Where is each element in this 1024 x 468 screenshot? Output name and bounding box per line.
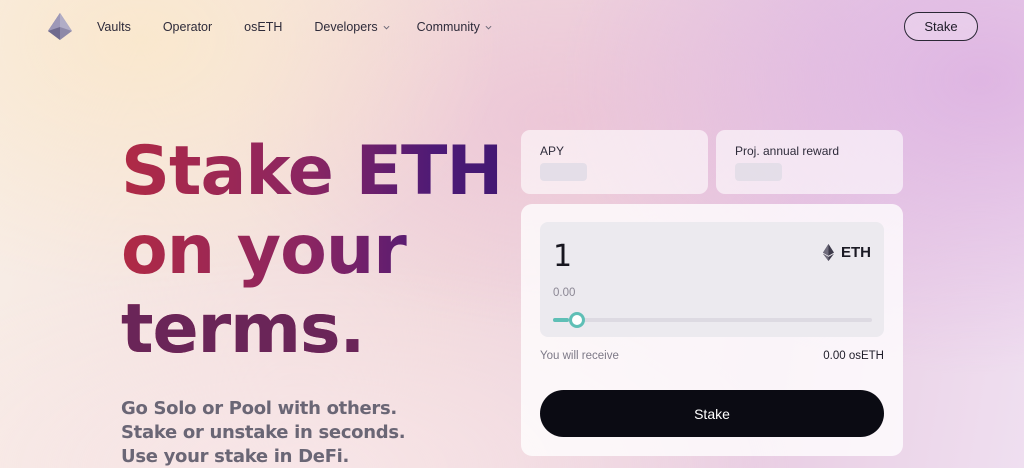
hero-title-line-2: on your — [121, 211, 406, 290]
nav-link-label: Community — [416, 20, 480, 34]
slider-handle[interactable] — [569, 312, 585, 328]
amount-input[interactable]: 1 — [553, 239, 572, 274]
chevron-down-icon — [485, 25, 492, 30]
stakewise-logo-icon[interactable] — [48, 13, 72, 40]
nav-link-oseth[interactable]: osETH — [244, 18, 282, 36]
slider-track[interactable] — [553, 318, 872, 322]
apy-label: APY — [540, 144, 565, 158]
hero-title-stake: Stake — [121, 132, 356, 211]
nav-link-developers[interactable]: Developers — [314, 18, 390, 36]
annual-reward-card: Proj. annual reward — [716, 130, 903, 194]
token-selector: ETH — [823, 244, 871, 261]
annual-reward-label: Proj. annual reward — [735, 144, 840, 158]
apy-card: APY — [521, 130, 708, 194]
nav-links: Vaults Operator osETH Developers Communi… — [97, 18, 492, 36]
amount-slider[interactable] — [553, 312, 872, 328]
nav-link-label: Developers — [314, 20, 378, 34]
receive-value: 0.00 osETH — [823, 350, 884, 362]
nav-stake-label: Stake — [924, 19, 958, 34]
token-label: ETH — [841, 244, 871, 261]
nav-link-operator[interactable]: Operator — [163, 18, 212, 36]
top-nav: Vaults Operator osETH Developers Communi… — [0, 0, 1024, 54]
nav-link-community[interactable]: Community — [417, 18, 492, 36]
hero-subtitle: Go Solo or Pool with others. Stake or un… — [121, 397, 501, 468]
nav-link-label: Operator — [162, 20, 213, 34]
slider-fill — [553, 318, 569, 322]
nav-link-label: osETH — [244, 20, 283, 34]
hero-title: Stake ETH on your terms. — [121, 132, 541, 369]
hero-title-eth: ETH — [355, 132, 503, 211]
stake-submit-button[interactable]: Stake — [540, 390, 884, 437]
usd-value: 0.00 — [553, 287, 576, 299]
eth-icon — [823, 244, 834, 261]
chevron-down-icon — [383, 25, 390, 30]
stake-submit-label: Stake — [694, 405, 730, 422]
nav-stake-button[interactable]: Stake — [904, 12, 978, 41]
nav-link-label: Vaults — [97, 20, 131, 34]
hero-title-line-1: Stake ETH — [121, 132, 541, 211]
apy-value-skeleton — [540, 163, 587, 181]
nav-link-vaults[interactable]: Vaults — [97, 18, 131, 36]
hero-subtitle-line: Go Solo or Pool with others. — [121, 398, 397, 419]
amount-input-box[interactable]: 1 ETH 0.00 — [540, 222, 884, 337]
hero-subtitle-line: Use your stake in DeFi. — [121, 446, 350, 467]
receive-label: You will receive — [540, 350, 619, 362]
hero-title-line-3: terms. — [121, 290, 365, 369]
stake-form-card: 1 ETH 0.00 You will receive 0.00 osETH S… — [521, 204, 903, 456]
annual-reward-value-skeleton — [735, 163, 782, 181]
hero-subtitle-line: Stake or unstake in seconds. — [121, 422, 406, 443]
